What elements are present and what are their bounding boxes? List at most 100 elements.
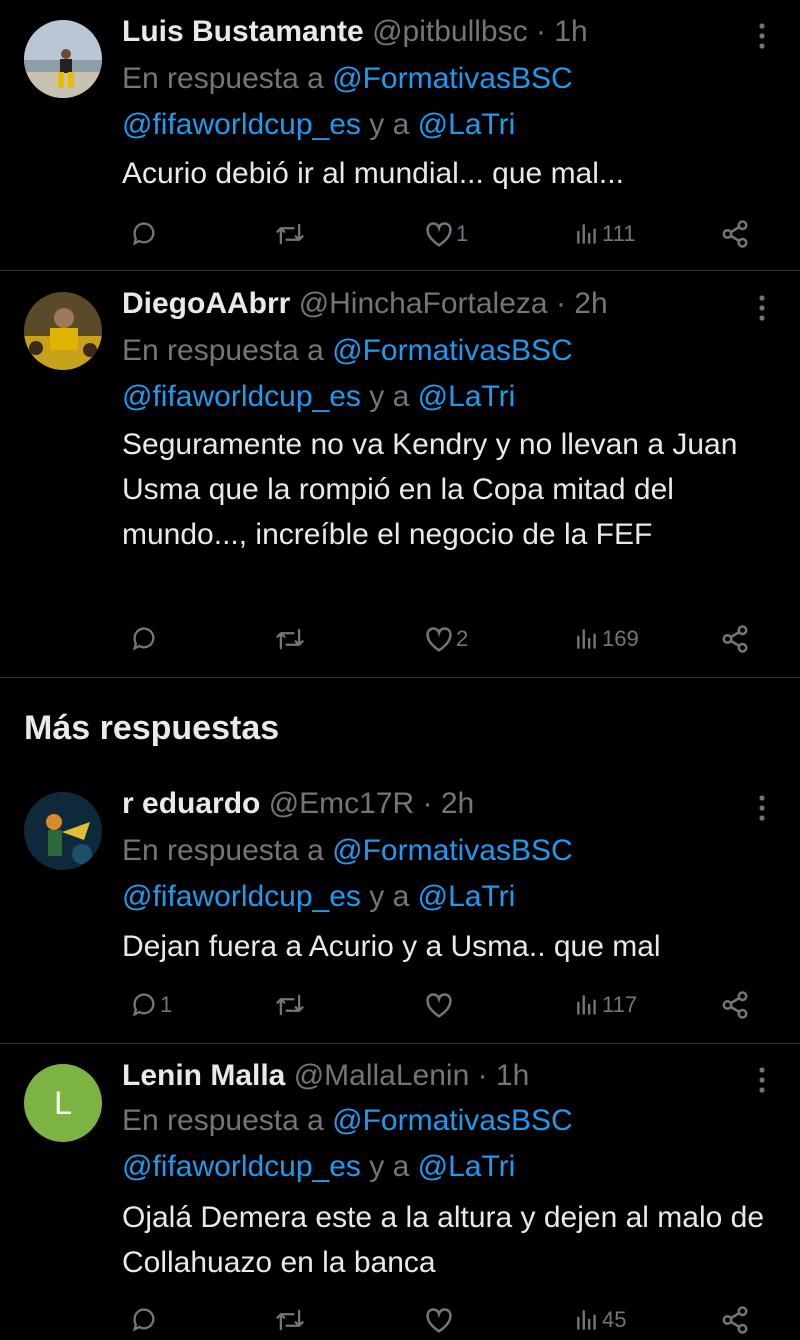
tweet-text: Ojalá Demera este a la altura y dejen al…: [122, 1201, 765, 1279]
reply-icon: [130, 625, 158, 653]
views-count: 45: [602, 1307, 627, 1332]
share-button[interactable]: [720, 214, 750, 254]
retweet-button[interactable]: [274, 619, 308, 659]
share-button[interactable]: [720, 985, 750, 1025]
avatar[interactable]: [24, 20, 102, 98]
section-title-more-replies: Más respuestas: [24, 709, 280, 747]
share-icon: [720, 624, 750, 654]
like-button[interactable]: 2: [424, 619, 468, 659]
mention-link[interactable]: @fifaworldcup_es: [122, 1150, 361, 1183]
share-button[interactable]: [720, 1300, 750, 1340]
reply-icon: [130, 220, 158, 248]
mention-link[interactable]: @FormativasBSC: [332, 1104, 573, 1137]
mention-link[interactable]: @fifaworldcup_es: [122, 880, 361, 913]
retweet-button[interactable]: [274, 985, 308, 1025]
reply-button[interactable]: [130, 1300, 160, 1340]
avatar[interactable]: L: [24, 1064, 102, 1142]
more-icon[interactable]: [752, 790, 772, 826]
timestamp[interactable]: · 2h: [423, 787, 475, 820]
views-button[interactable]: 111: [574, 214, 635, 254]
reply-context-line-2: @fifaworldcup_es y a @LaTri: [122, 374, 515, 420]
timestamp[interactable]: · 1h: [478, 1059, 530, 1092]
reply-button[interactable]: 1: [130, 985, 172, 1025]
tweet-text: Seguramente no va Kendry y no llevan a J…: [122, 428, 738, 551]
retweet-icon: [274, 1306, 306, 1334]
like-icon: [424, 220, 454, 248]
share-icon: [720, 219, 750, 249]
share-icon: [720, 990, 750, 1020]
more-icon[interactable]: [752, 1062, 772, 1098]
reply-context: En respuesta a @FormativasBSC: [122, 828, 573, 874]
tweet-header: DiegoAAbrr @HinchaFortaleza · 2h: [122, 286, 608, 322]
retweet-button[interactable]: [274, 214, 308, 254]
divider: [0, 270, 800, 271]
author-name[interactable]: DiegoAAbrr: [122, 287, 290, 320]
views-button[interactable]: 45: [574, 1300, 626, 1340]
retweet-icon: [274, 991, 306, 1019]
avatar[interactable]: [24, 292, 102, 370]
tweet-header: Luis Bustamante @pitbullbsc · 1h: [122, 14, 588, 50]
reply-button[interactable]: [130, 619, 160, 659]
timestamp[interactable]: · 1h: [536, 15, 588, 48]
author-name[interactable]: Lenin Malla: [122, 1059, 285, 1092]
reply-context-line-2: @fifaworldcup_es y a @LaTri: [122, 1144, 515, 1190]
views-icon: [574, 626, 600, 652]
mention-link[interactable]: @FormativasBSC: [332, 62, 573, 95]
views-count: 117: [602, 992, 638, 1017]
more-icon[interactable]: [752, 18, 772, 54]
action-bar: 1 117: [122, 985, 762, 1025]
mention-link[interactable]: @LaTri: [418, 380, 516, 413]
tweet-header: r eduardo @Emc17R · 2h: [122, 786, 474, 822]
mention-link[interactable]: @LaTri: [418, 1150, 516, 1183]
reply-and: y a: [369, 880, 410, 913]
retweet-icon: [274, 220, 306, 248]
author-handle[interactable]: @HinchaFortaleza: [299, 287, 548, 320]
mention-link[interactable]: @FormativasBSC: [332, 834, 573, 867]
views-icon: [574, 1307, 600, 1333]
author-handle[interactable]: @Emc17R: [269, 787, 415, 820]
mention-link[interactable]: @fifaworldcup_es: [122, 380, 361, 413]
share-button[interactable]: [720, 619, 750, 659]
like-count: 2: [456, 626, 469, 651]
more-icon[interactable]: [752, 290, 772, 326]
tweet-text: Dejan fuera a Acurio y a Usma.. que mal: [122, 930, 661, 963]
like-icon: [424, 991, 454, 1019]
mention-link[interactable]: @LaTri: [418, 108, 516, 141]
mention-link[interactable]: @LaTri: [418, 880, 516, 913]
action-bar: 1 111: [122, 214, 762, 254]
action-bar: 2 169: [122, 619, 762, 659]
author-name[interactable]: Luis Bustamante: [122, 15, 364, 48]
like-button[interactable]: [424, 1300, 456, 1340]
share-icon: [720, 1305, 750, 1335]
reply-icon: [130, 1306, 158, 1334]
mention-link[interactable]: @fifaworldcup_es: [122, 108, 361, 141]
views-icon: [574, 992, 600, 1018]
reply-prefix: En respuesta a: [122, 834, 324, 867]
reply-count: 1: [160, 992, 173, 1017]
timestamp[interactable]: · 2h: [556, 287, 608, 320]
reply-context: En respuesta a @FormativasBSC: [122, 1098, 573, 1144]
reply-context: En respuesta a @FormativasBSC: [122, 328, 573, 374]
mention-link[interactable]: @FormativasBSC: [332, 334, 573, 367]
like-button[interactable]: [424, 985, 456, 1025]
reply-context-line-2: @fifaworldcup_es y a @LaTri: [122, 102, 515, 148]
views-button[interactable]: 169: [574, 619, 639, 659]
like-button[interactable]: 1: [424, 214, 468, 254]
divider: [0, 1043, 800, 1044]
author-name[interactable]: r eduardo: [122, 787, 260, 820]
retweet-button[interactable]: [274, 1300, 308, 1340]
reply-prefix: En respuesta a: [122, 334, 324, 367]
reply-button[interactable]: [130, 214, 160, 254]
like-icon: [424, 1306, 454, 1334]
avatar[interactable]: [24, 792, 102, 870]
reply-context-line-2: @fifaworldcup_es y a @LaTri: [122, 874, 515, 920]
divider: [0, 677, 800, 678]
reply-context: En respuesta a @FormativasBSC: [122, 56, 573, 102]
author-handle[interactable]: @pitbullbsc: [372, 15, 528, 48]
reply-and: y a: [369, 380, 410, 413]
views-icon: [574, 221, 600, 247]
reply-icon: [130, 991, 158, 1019]
author-handle[interactable]: @MallaLenin: [294, 1059, 470, 1092]
views-count: 111: [602, 221, 636, 246]
views-button[interactable]: 117: [574, 985, 637, 1025]
